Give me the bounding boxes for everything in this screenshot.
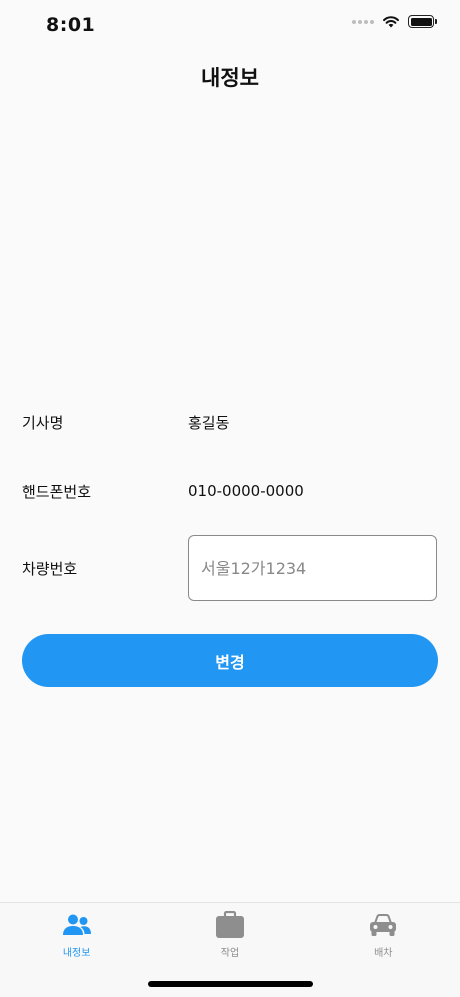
people-icon xyxy=(62,911,92,939)
status-time: 8:01 xyxy=(46,14,96,36)
phone-label: 핸드폰번호 xyxy=(22,482,92,501)
home-indicator xyxy=(148,981,313,987)
phone-value: 010-0000-0000 xyxy=(188,482,304,500)
car-number-input[interactable] xyxy=(188,535,437,601)
signal-icon xyxy=(352,19,374,24)
tab-my-info-label: 내정보 xyxy=(62,948,91,959)
car-icon xyxy=(368,911,398,939)
battery-icon xyxy=(408,15,437,28)
car-number-label: 차량번호 xyxy=(22,559,78,578)
page-title: 내정보 xyxy=(201,66,259,90)
driver-name-row: 기사명 홍길동 xyxy=(22,410,438,434)
briefcase-icon xyxy=(215,911,245,939)
tab-dispatch-label: 배차 xyxy=(374,948,393,959)
car-number-row: 차량번호 xyxy=(22,535,438,601)
status-bar: 8:01 xyxy=(0,0,460,50)
tab-my-info[interactable]: 내정보 xyxy=(0,903,153,997)
tab-dispatch[interactable]: 배차 xyxy=(307,903,460,997)
tab-work-label: 작업 xyxy=(220,948,240,959)
driver-name-value: 홍길동 xyxy=(188,413,230,432)
status-icons xyxy=(352,15,437,28)
wifi-icon xyxy=(383,16,399,28)
driver-name-label: 기사명 xyxy=(22,413,64,432)
phone-row: 핸드폰번호 010-0000-0000 xyxy=(22,479,438,503)
change-button[interactable]: 변경 xyxy=(22,634,438,687)
